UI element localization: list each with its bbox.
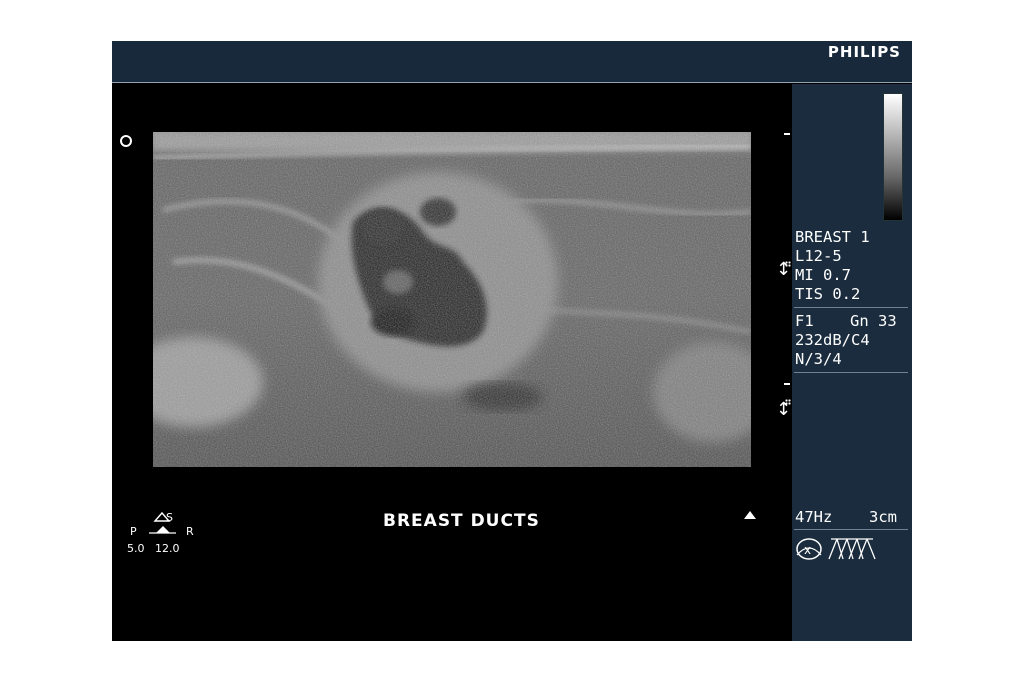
frame-rate: 47Hz xyxy=(795,508,833,526)
probe-label-right: R xyxy=(186,525,194,538)
thermal-index: TIS 0.2 xyxy=(795,285,861,303)
depth-tick-top xyxy=(784,133,790,135)
orientation-dot-icon xyxy=(120,135,132,147)
transducer-type-icon: x xyxy=(795,535,879,567)
persistence: N/3/4 xyxy=(795,350,842,368)
gain-value: Gn 33 xyxy=(850,312,897,330)
top-bar: PHILIPS xyxy=(112,41,912,83)
svg-text:x: x xyxy=(804,543,811,557)
greyscale-map-icon xyxy=(883,93,903,221)
probe-value-right: 12.0 xyxy=(155,542,180,555)
brand-logo: PHILIPS xyxy=(827,43,901,61)
image-annotation-label: BREAST DUCTS xyxy=(383,511,540,531)
depth-marker-triangle-icon xyxy=(744,511,756,519)
image-depth: 3cm xyxy=(869,508,897,526)
dynamic-range: 232dB/C4 xyxy=(795,331,870,349)
probe-position-icon xyxy=(149,511,176,534)
info-panel: BREAST 1 L12-5 MI 0.7 TIS 0.2 F1 Gn 33 2… xyxy=(792,84,912,641)
probe-label-left: P xyxy=(130,525,137,538)
preset-name: BREAST 1 xyxy=(795,228,870,246)
ultrasound-screen: PHILIPS ↕ ↕ BREAST DUCTS S P R 5.0 12.0 … xyxy=(112,41,912,641)
probe-position-widget: S P R 5.0 12.0 xyxy=(126,509,206,561)
panel-divider xyxy=(794,529,908,530)
panel-divider xyxy=(794,372,908,373)
focus-depth-dots xyxy=(785,399,791,405)
transducer-name: L12-5 xyxy=(795,247,842,265)
probe-value-left: 5.0 xyxy=(127,542,145,555)
frame-number: F1 xyxy=(795,312,814,330)
mechanical-index: MI 0.7 xyxy=(795,266,851,284)
panel-divider xyxy=(794,307,908,308)
focus-depth-dots xyxy=(785,261,791,267)
depth-tick-mid xyxy=(784,383,790,385)
probe-label-top: S xyxy=(166,511,173,524)
ultrasound-image xyxy=(153,132,751,467)
top-bar-divider xyxy=(112,82,912,83)
